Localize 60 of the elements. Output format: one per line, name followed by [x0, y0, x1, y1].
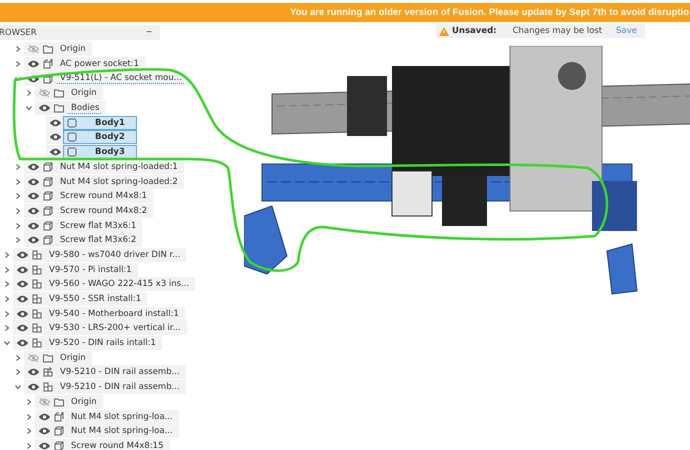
eye-icon[interactable]: [17, 250, 28, 259]
eye-icon[interactable]: [28, 162, 39, 171]
selected-tree-item[interactable]: Body3: [63, 145, 137, 160]
unsaved-message: Changes may be lost: [512, 26, 602, 36]
selected-tree-item[interactable]: Body1: [63, 116, 137, 130]
browser-title: ROWSER: [0, 28, 37, 38]
cube-icon: [54, 440, 64, 450]
eye-icon[interactable]: [50, 148, 61, 156]
eye-icon[interactable]: [17, 339, 28, 348]
cube-icon: [43, 162, 53, 172]
folder-icon: [43, 352, 53, 363]
assembly-icon: [32, 338, 42, 348]
eye-icon[interactable]: [17, 310, 28, 318]
eye-icon[interactable]: [50, 133, 61, 142]
folder-icon: [54, 103, 64, 114]
linked-cube-icon: [54, 412, 64, 422]
folder-icon: [54, 88, 64, 98]
linked-assembly-icon: [43, 367, 53, 378]
linked-cube-icon: [43, 59, 53, 70]
assembly-icon: [32, 294, 42, 304]
cube-icon: [43, 191, 53, 202]
eye-icon[interactable]: [28, 178, 39, 186]
cube-icon: [43, 206, 53, 216]
eye-icon[interactable]: [17, 280, 28, 288]
cube-icon: [43, 176, 53, 187]
warning-icon: [439, 26, 450, 36]
eye-icon[interactable]: [39, 104, 50, 112]
body-icon: [67, 147, 77, 158]
folder-icon: [43, 44, 53, 54]
eye-icon[interactable]: [28, 206, 39, 215]
assembly-icon: [32, 323, 42, 334]
eye-icon[interactable]: [28, 236, 39, 244]
eye-icon[interactable]: [17, 324, 28, 332]
eye-icon[interactable]: [28, 222, 39, 230]
eye-icon[interactable]: [17, 266, 28, 274]
folder-icon: [54, 396, 64, 407]
eye-icon[interactable]: [28, 192, 39, 200]
update-banner: You are running an older version of Fusion. Please update by Sept 7th to avoid disruptio: [0, 3, 690, 22]
assembly-icon: [32, 264, 42, 275]
eye-icon[interactable]: [39, 427, 50, 436]
eye-icon[interactable]: [39, 442, 50, 450]
eye-icon[interactable]: [28, 368, 39, 376]
eye-icon[interactable]: [28, 60, 39, 68]
assembly-icon: [32, 279, 42, 290]
collapse-button[interactable]: −: [144, 28, 154, 38]
assembly-icon: [32, 308, 42, 319]
body-icon: [67, 118, 77, 128]
eye-icon[interactable]: [28, 383, 39, 392]
unsaved-label: Unsaved:: [452, 26, 497, 36]
eye-icon[interactable]: [50, 118, 61, 127]
cube-icon: [43, 235, 53, 246]
assembly-icon: [43, 382, 53, 392]
eye-icon[interactable]: [39, 412, 50, 421]
assembly-icon: [32, 250, 42, 260]
body-icon: [67, 132, 77, 142]
cube-icon: [43, 220, 53, 231]
cube-icon: [54, 426, 64, 436]
eye-icon[interactable]: [17, 295, 28, 304]
selected-tree-item[interactable]: Body2: [63, 130, 137, 144]
cube-icon: [43, 74, 53, 84]
